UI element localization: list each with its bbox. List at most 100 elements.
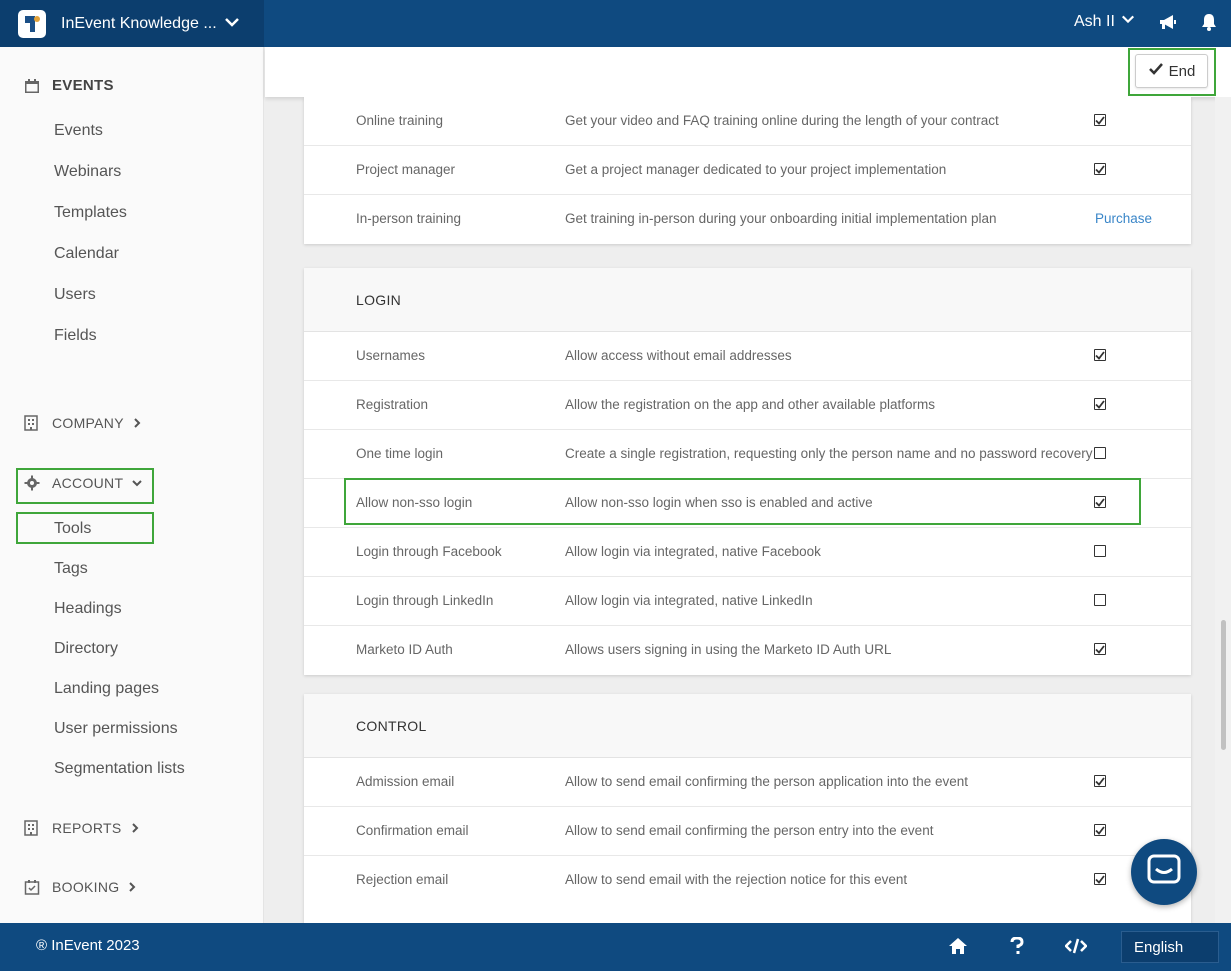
calendar-check-icon [24,879,40,895]
feature-checkbox[interactable] [1094,775,1106,787]
top-bar: InEvent Knowledge ... Ash II [0,0,1231,47]
feature-checkbox[interactable] [1094,545,1106,557]
table-row: Registration Allow the registration on t… [304,381,1191,430]
table-row: Usernames Allow access without email add… [304,332,1191,381]
feature-name: Usernames [356,348,426,363]
sidebar-item-webinars[interactable]: Webinars [54,163,121,181]
table-row: Login through Facebook Allow login via i… [304,528,1191,577]
feature-checkbox[interactable] [1094,873,1106,885]
chat-launcher[interactable] [1131,839,1197,905]
sidebar-section-reports[interactable]: REPORTS [24,820,140,836]
chevron-down-icon[interactable] [224,14,240,35]
building-icon [24,820,40,836]
feature-description: Get training in-person during your onboa… [565,211,997,226]
language-select[interactable]: English [1121,931,1219,963]
feature-description: Create a single registration, requesting… [565,446,1093,461]
sidebar-section-booking[interactable]: BOOKING [24,879,137,895]
feature-description: Allow to send email with the rejection n… [565,872,908,887]
sidebar-item-tags[interactable]: Tags [54,560,88,578]
company-name: InEvent Knowledge ... [61,14,217,32]
table-row: Project manager Get a project manager de… [304,146,1191,195]
feature-description: Allow access without email addresses [565,348,792,363]
login-card-title: LOGIN [304,268,1191,332]
table-row: Marketo ID Auth Allows users signing in … [304,626,1191,675]
chevron-right-icon [130,822,140,834]
scrollbar[interactable] [1215,97,1231,923]
feature-name: Marketo ID Auth [356,642,453,657]
company-switcher[interactable]: InEvent Knowledge ... [0,0,264,47]
sidebar-item-user-permissions[interactable]: User permissions [54,720,178,738]
code-icon[interactable] [1064,937,1088,960]
sidebar-section-events[interactable]: EVENTS [24,77,114,94]
sidebar-item-landing-pages[interactable]: Landing pages [54,680,159,698]
calendar-icon [24,78,40,94]
feature-name: One time login [356,446,444,461]
table-row: Online training Get your video and FAQ t… [304,97,1191,146]
user-menu[interactable]: Ash II [1074,12,1135,31]
company-logo [18,9,46,38]
feature-checkbox[interactable] [1094,447,1106,459]
sidebar-item-templates[interactable]: Templates [54,204,127,222]
chevron-down-icon [1121,12,1135,31]
feature-name: Admission email [356,774,455,789]
sidebar-item-headings[interactable]: Headings [54,600,122,618]
bell-icon[interactable] [1200,12,1218,37]
feature-description: Allow to send email confirming the perso… [565,774,968,789]
footer: ® InEvent 2023 English [0,923,1231,971]
sidebar: EVENTS Events Webinars Templates Calenda… [0,47,264,923]
user-name: Ash II [1074,12,1115,30]
feature-description: Allow the registration on the app and ot… [565,397,935,412]
table-row: Login through LinkedIn Allow login via i… [304,577,1191,626]
feature-checkbox[interactable] [1094,594,1106,606]
feature-name: Project manager [356,162,456,177]
feature-name: Online training [356,113,444,128]
megaphone-icon[interactable] [1158,12,1178,37]
feature-description: Allow login via integrated, native Linke… [565,593,813,608]
sidebar-item-segmentation-lists[interactable]: Segmentation lists [54,760,185,778]
feature-name: Login through Facebook [356,544,502,559]
chat-icon [1147,854,1181,891]
feature-description: Allow to send email confirming the perso… [565,823,934,838]
scroll-thumb[interactable] [1221,620,1226,750]
action-bar [265,47,1231,97]
company-heading: COMPANY [52,415,124,431]
building-icon [24,415,40,431]
feature-checkbox[interactable] [1094,398,1106,410]
table-row: Admission email Allow to send email conf… [304,758,1191,807]
highlight-tools [16,512,154,544]
feature-checkbox[interactable] [1094,349,1106,361]
feature-checkbox[interactable] [1094,114,1106,126]
sidebar-section-company[interactable]: COMPANY [24,415,142,431]
training-card: Online training Get your video and FAQ t… [304,97,1191,244]
home-icon[interactable] [948,937,968,960]
feature-checkbox[interactable] [1094,824,1106,836]
chevron-right-icon [127,881,137,893]
feature-checkbox[interactable] [1094,643,1106,655]
feature-name: Registration [356,397,429,412]
chevron-right-icon [132,417,142,429]
help-icon[interactable] [1010,936,1024,960]
highlight-non-sso-row [344,478,1141,525]
sidebar-item-directory[interactable]: Directory [54,640,118,658]
highlight-end-button [1128,48,1216,96]
events-heading: EVENTS [52,77,114,94]
sidebar-item-users[interactable]: Users [54,286,96,304]
feature-name: In-person training [356,211,462,226]
feature-description: Allows users signing in using the Market… [565,642,892,657]
control-card-title: CONTROL [304,694,1191,758]
sidebar-item-events[interactable]: Events [54,122,103,140]
sidebar-item-fields[interactable]: Fields [54,327,97,345]
reports-heading: REPORTS [52,820,122,836]
sidebar-item-calendar[interactable]: Calendar [54,245,119,263]
login-card: LOGIN Usernames Allow access without ema… [304,268,1191,675]
control-card: CONTROL Admission email Allow to send em… [304,694,1191,923]
table-row: One time login Create a single registrat… [304,430,1191,479]
purchase-link[interactable]: Purchase [1095,211,1152,226]
feature-checkbox[interactable] [1094,163,1106,175]
feature-description: Get a project manager dedicated to your … [565,162,947,177]
table-row: Rejection email Allow to send email with… [304,856,1191,905]
feature-name: Confirmation email [356,823,469,838]
feature-description: Allow login via integrated, native Faceb… [565,544,821,559]
table-row: In-person training Get training in-perso… [304,195,1191,244]
feature-description: Get your video and FAQ training online d… [565,113,999,128]
